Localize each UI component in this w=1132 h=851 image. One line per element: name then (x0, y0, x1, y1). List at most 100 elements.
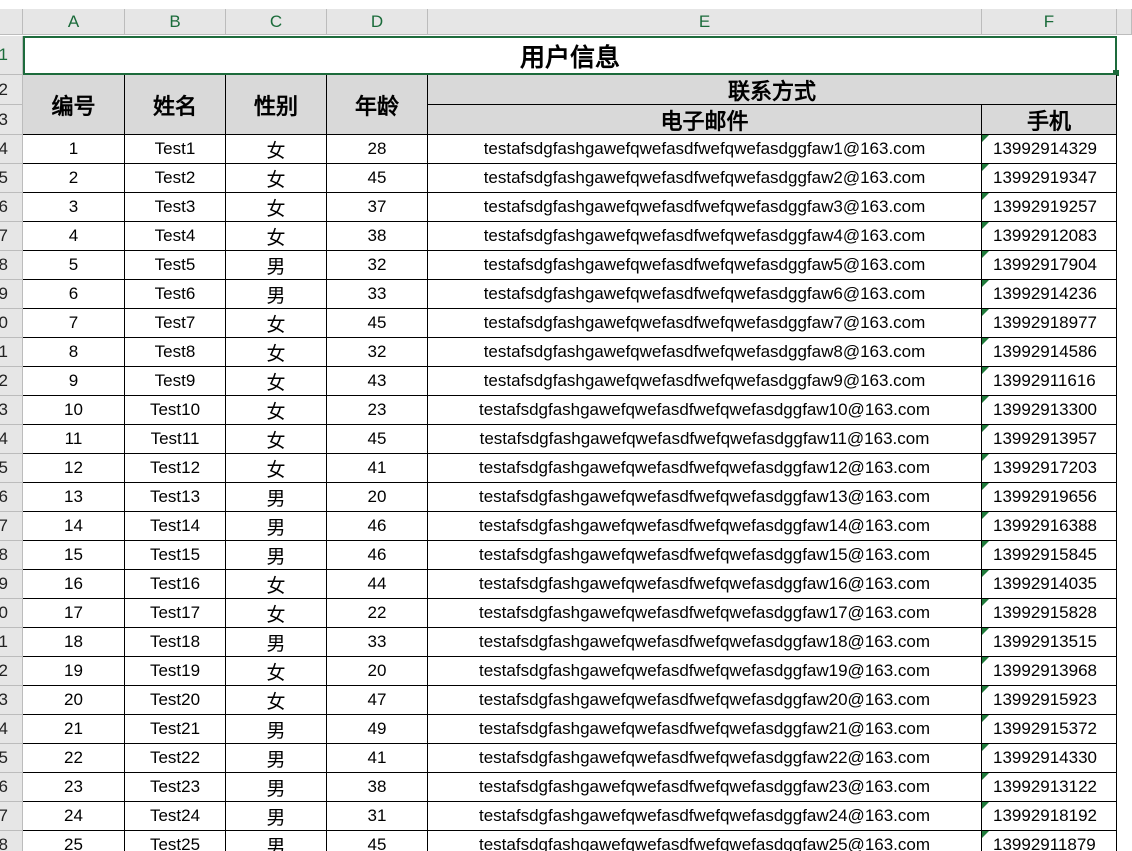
column-header-blank[interactable] (1117, 9, 1132, 35)
table-cell[interactable]: 10 (23, 396, 125, 425)
select-all-corner[interactable] (0, 9, 23, 35)
table-cell[interactable]: Test16 (125, 570, 226, 599)
table-cell[interactable]: 19 (23, 657, 125, 686)
table-cell[interactable]: testafsdgfashgawefqwefasdfwefqwefasdggfa… (428, 773, 982, 802)
table-cell[interactable]: 13992915845 (982, 541, 1117, 570)
table-cell[interactable]: 女 (226, 599, 327, 628)
table-cell[interactable]: Test12 (125, 454, 226, 483)
table-cell[interactable]: 13992918192 (982, 802, 1117, 831)
table-cell[interactable]: Test10 (125, 396, 226, 425)
table-cell[interactable]: testafsdgfashgawefqwefasdfwefqwefasdggfa… (428, 599, 982, 628)
header-age[interactable]: 年龄 (327, 75, 428, 135)
table-cell[interactable]: Test22 (125, 744, 226, 773)
table-cell[interactable]: Test24 (125, 802, 226, 831)
row-header[interactable]: 10 (0, 309, 23, 338)
table-cell[interactable]: testafsdgfashgawefqwefasdfwefqwefasdggfa… (428, 831, 982, 851)
table-cell[interactable]: testafsdgfashgawefqwefasdfwefqwefasdggfa… (428, 744, 982, 773)
row-header[interactable]: 28 (0, 831, 23, 851)
table-cell[interactable]: 13992915828 (982, 599, 1117, 628)
table-cell[interactable]: 13992913122 (982, 773, 1117, 802)
table-cell[interactable]: 女 (226, 135, 327, 164)
row-header[interactable]: 8 (0, 251, 23, 280)
table-cell[interactable]: Test17 (125, 599, 226, 628)
table-cell[interactable]: 33 (327, 628, 428, 657)
table-cell[interactable]: 13992913968 (982, 657, 1117, 686)
header-email[interactable]: 电子邮件 (428, 105, 982, 135)
table-cell[interactable]: testafsdgfashgawefqwefasdfwefqwefasdggfa… (428, 657, 982, 686)
table-cell[interactable]: 37 (327, 193, 428, 222)
table-cell[interactable]: 男 (226, 773, 327, 802)
table-cell[interactable]: 32 (327, 338, 428, 367)
table-cell[interactable]: testafsdgfashgawefqwefasdfwefqwefasdggfa… (428, 454, 982, 483)
table-cell[interactable]: Test14 (125, 512, 226, 541)
table-cell[interactable]: 13992917203 (982, 454, 1117, 483)
table-cell[interactable]: Test11 (125, 425, 226, 454)
table-cell[interactable]: 49 (327, 715, 428, 744)
table-cell[interactable]: 15 (23, 541, 125, 570)
table-cell[interactable]: 21 (23, 715, 125, 744)
table-cell[interactable]: testafsdgfashgawefqwefasdfwefqwefasdggfa… (428, 367, 982, 396)
table-cell[interactable]: 33 (327, 280, 428, 309)
table-cell[interactable]: 13992918977 (982, 309, 1117, 338)
header-phone[interactable]: 手机 (982, 105, 1117, 135)
row-header[interactable]: 26 (0, 773, 23, 802)
row-header[interactable]: 11 (0, 338, 23, 367)
row-header[interactable]: 15 (0, 454, 23, 483)
row-header[interactable]: 9 (0, 280, 23, 309)
row-header[interactable]: 5 (0, 164, 23, 193)
table-cell[interactable]: 13992914236 (982, 280, 1117, 309)
table-cell[interactable]: testafsdgfashgawefqwefasdfwefqwefasdggfa… (428, 193, 982, 222)
table-cell[interactable]: Test5 (125, 251, 226, 280)
table-cell[interactable]: Test19 (125, 657, 226, 686)
table-cell[interactable]: Test23 (125, 773, 226, 802)
column-header-d[interactable]: D (327, 9, 428, 35)
table-cell[interactable]: Test18 (125, 628, 226, 657)
table-cell[interactable]: 45 (327, 425, 428, 454)
table-cell[interactable]: 12 (23, 454, 125, 483)
table-cell[interactable]: 45 (327, 309, 428, 338)
table-cell[interactable]: testafsdgfashgawefqwefasdfwefqwefasdggfa… (428, 628, 982, 657)
row-header[interactable]: 23 (0, 686, 23, 715)
table-cell[interactable]: 45 (327, 831, 428, 851)
table-cell[interactable]: 25 (23, 831, 125, 851)
row-header[interactable]: 24 (0, 715, 23, 744)
table-cell[interactable]: 13992919347 (982, 164, 1117, 193)
table-cell[interactable]: 41 (327, 744, 428, 773)
table-cell[interactable]: testafsdgfashgawefqwefasdfwefqwefasdggfa… (428, 570, 982, 599)
table-cell[interactable]: 女 (226, 222, 327, 251)
row-header[interactable]: 19 (0, 570, 23, 599)
table-cell[interactable]: 3 (23, 193, 125, 222)
table-cell[interactable]: testafsdgfashgawefqwefasdfwefqwefasdggfa… (428, 686, 982, 715)
table-cell[interactable]: 13992911879 (982, 831, 1117, 851)
table-cell[interactable]: testafsdgfashgawefqwefasdfwefqwefasdggfa… (428, 802, 982, 831)
table-cell[interactable]: Test2 (125, 164, 226, 193)
table-cell[interactable]: 38 (327, 222, 428, 251)
table-cell[interactable]: 13992919656 (982, 483, 1117, 512)
table-cell[interactable]: Test13 (125, 483, 226, 512)
table-cell[interactable]: 20 (23, 686, 125, 715)
table-cell[interactable]: 13992914586 (982, 338, 1117, 367)
table-cell[interactable]: 17 (23, 599, 125, 628)
row-header[interactable]: 7 (0, 222, 23, 251)
table-cell[interactable]: 38 (327, 773, 428, 802)
table-cell[interactable]: 女 (226, 164, 327, 193)
table-cell[interactable]: Test15 (125, 541, 226, 570)
row-header[interactable]: 16 (0, 483, 23, 512)
table-cell[interactable]: 2 (23, 164, 125, 193)
column-header-f[interactable]: F (982, 9, 1117, 35)
table-cell[interactable]: 46 (327, 541, 428, 570)
row-header[interactable]: 2 (0, 75, 23, 105)
table-cell[interactable]: testafsdgfashgawefqwefasdfwefqwefasdggfa… (428, 164, 982, 193)
table-cell[interactable]: testafsdgfashgawefqwefasdfwefqwefasdggfa… (428, 483, 982, 512)
table-cell[interactable]: Test9 (125, 367, 226, 396)
column-header-b[interactable]: B (125, 9, 226, 35)
table-cell[interactable]: 45 (327, 164, 428, 193)
header-gender[interactable]: 性别 (226, 75, 327, 135)
table-cell[interactable]: Test6 (125, 280, 226, 309)
table-cell[interactable]: 20 (327, 657, 428, 686)
table-cell[interactable]: 44 (327, 570, 428, 599)
table-cell[interactable]: 46 (327, 512, 428, 541)
table-cell[interactable]: 男 (226, 802, 327, 831)
table-cell[interactable]: 男 (226, 628, 327, 657)
row-header[interactable]: 12 (0, 367, 23, 396)
